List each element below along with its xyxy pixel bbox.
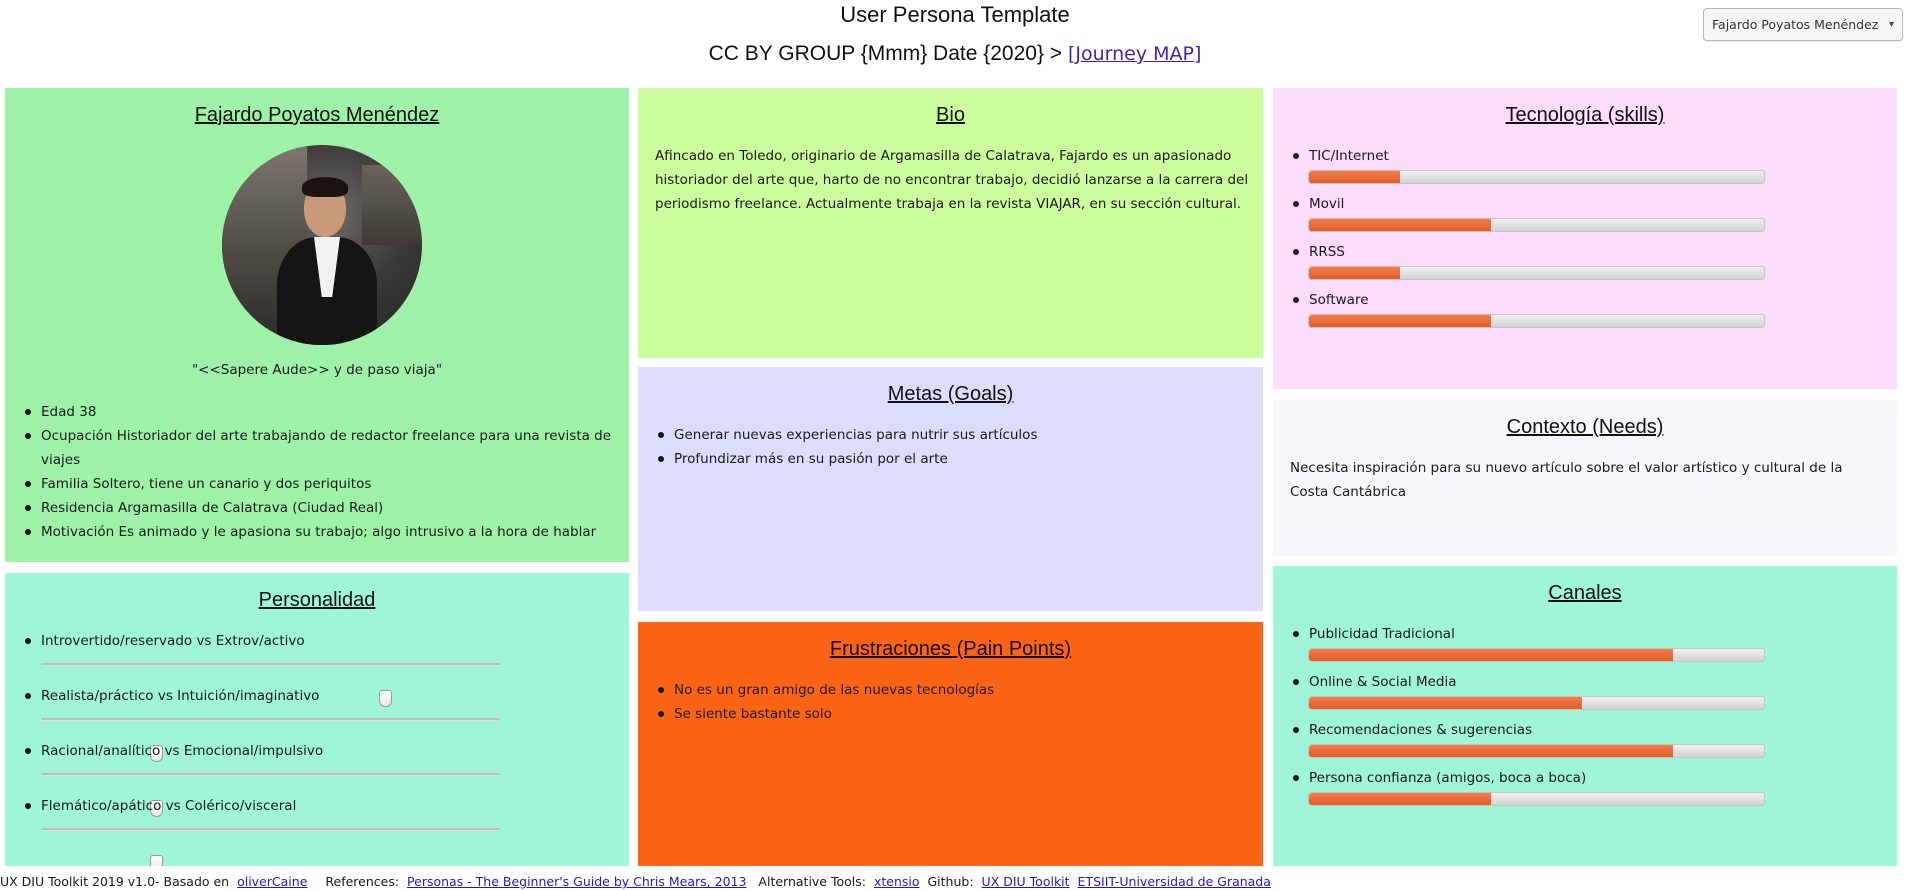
bio-text: Afincado en Toledo, originario de Argama… — [655, 148, 1249, 212]
channel-item: Persona confianza (amigos, boca a boca) — [1293, 766, 1853, 814]
fact-family: Familia Soltero, tiene un canario y dos … — [25, 472, 619, 496]
goal-item: Generar nuevas experiencias para nutrir … — [658, 423, 1248, 447]
channel-label: Publicidad Tradicional — [1293, 622, 1455, 646]
context-text: Necesita inspiración para su nuevo artíc… — [1290, 460, 1843, 500]
footer-references-link[interactable]: Personas - The Beginner's Guide by Chris… — [407, 874, 746, 889]
skill-item: TIC/Internet — [1293, 144, 1853, 192]
page-footer: UX DIU Toolkit 2019 v1.0- Basado en oliv… — [0, 874, 1910, 890]
frustrations-card: Frustraciones (Pain Points) No es un gra… — [638, 622, 1263, 866]
chevron-down-icon: ▾ — [1888, 19, 1894, 30]
fact-motivation: Motivación Es animado y le apasiona su t… — [25, 520, 619, 544]
bio-card: Bio Afincado en Toledo, originario de Ar… — [638, 88, 1263, 358]
trait-slider[interactable] — [41, 718, 500, 762]
fact-age: Edad 38 — [25, 400, 619, 424]
skill-bar — [1308, 266, 1765, 280]
trait-item: Realista/práctico vs Intuición/imaginati… — [25, 684, 605, 762]
persona-facts-list: Edad 38 Ocupación Historiador del arte t… — [25, 400, 619, 544]
persona-card: Fajardo Poyatos Menéndez "<<Sapere Aude>… — [5, 88, 629, 562]
channel-label: Persona confianza (amigos, boca a boca) — [1293, 766, 1586, 790]
footer-references-label: References: — [325, 874, 400, 889]
page-title: User Persona Template — [840, 2, 1070, 27]
trait-slider-handle[interactable] — [149, 855, 163, 866]
channels-list: Publicidad Tradicional Online & Social M… — [1293, 622, 1853, 814]
frustration-item: No es un gran amigo de las nuevas tecnol… — [658, 678, 1248, 702]
frustration-item: Se siente bastante solo — [658, 702, 1248, 726]
page-subtitle: CC BY GROUP {Mmm} Date {2020} > [Journey… — [0, 42, 1910, 66]
skill-bar-fill — [1309, 315, 1491, 327]
trait-item: Introvertido/reservado vs Extrov/activo — [25, 629, 605, 707]
channel-bar-fill — [1309, 697, 1582, 709]
page-header: User Persona Template CC BY GROUP {Mmm} … — [0, 0, 1910, 80]
goal-item: Profundizar más en su pasión por el arte — [658, 447, 1248, 471]
personality-traits-list: Introvertido/reservado vs Extrov/activo … — [25, 629, 605, 866]
journey-map-link[interactable]: [Journey MAP] — [1068, 43, 1201, 65]
footer-github-label: Github: — [927, 874, 974, 889]
persona-quote: "<<Sapere Aude>> y de paso viaja" — [191, 362, 443, 378]
skill-label: Software — [1293, 288, 1369, 312]
subtitle-text: CC BY GROUP {Mmm} Date {2020} > — [708, 42, 1063, 65]
skill-item: RRSS — [1293, 240, 1853, 288]
trait-slider[interactable] — [41, 663, 500, 707]
footer-alt-tools-label: Alternative Tools: — [758, 874, 866, 889]
trait-slider[interactable] — [41, 828, 500, 866]
personality-title: Personalidad — [258, 589, 376, 611]
skill-label: TIC/Internet — [1293, 144, 1389, 168]
personality-card: Personalidad Introvertido/reservado vs E… — [5, 573, 629, 866]
trait-item: Flemático/apático vs Colérico/visceral — [25, 794, 605, 866]
goals-card: Metas (Goals) Generar nuevas experiencia… — [638, 367, 1263, 611]
frustrations-title: Frustraciones (Pain Points) — [829, 638, 1072, 660]
skill-bar-fill — [1309, 219, 1491, 231]
channel-item: Publicidad Tradicional — [1293, 622, 1853, 670]
skill-bar — [1308, 314, 1765, 328]
persona-name: Fajardo Poyatos Menéndez — [194, 104, 440, 126]
skill-item: Software — [1293, 288, 1853, 336]
persona-select[interactable]: Fajardo Poyatos Menéndez ▾ — [1703, 8, 1903, 41]
channels-title: Canales — [1548, 582, 1622, 604]
tech-title: Tecnología (skills) — [1505, 104, 1665, 126]
bio-title: Bio — [936, 104, 965, 126]
skill-label: Movil — [1293, 192, 1344, 216]
skill-bar — [1308, 218, 1765, 232]
channel-item: Recomendaciones & sugerencias — [1293, 718, 1853, 766]
context-card: Contexto (Needs) Necesita inspiración pa… — [1273, 400, 1897, 556]
context-title: Contexto (Needs) — [1506, 416, 1664, 438]
footer-toolkit-text: UX DIU Toolkit 2019 v1.0- Basado en — [0, 874, 230, 889]
channel-bar-fill — [1309, 649, 1673, 661]
channels-card: Canales Publicidad Tradicional Online & … — [1273, 566, 1897, 866]
channel-bar-fill — [1309, 793, 1491, 805]
footer-github-link[interactable]: UX DIU Toolkit — [982, 874, 1070, 889]
frustrations-list: No es un gran amigo de las nuevas tecnol… — [658, 678, 1248, 726]
trait-label: Flemático/apático vs Colérico/visceral — [25, 794, 296, 818]
goals-list: Generar nuevas experiencias para nutrir … — [658, 423, 1248, 471]
footer-university-link[interactable]: ETSIIT-Universidad de Granada — [1078, 874, 1271, 889]
trait-item: Racional/analítico vs Emocional/impulsiv… — [25, 739, 605, 817]
footer-based-link[interactable]: oliverCaine — [237, 874, 307, 889]
channel-bar — [1308, 648, 1765, 662]
tech-card: Tecnología (skills) TIC/Internet Movil R… — [1273, 88, 1897, 389]
fact-occupation: Ocupación Historiador del arte trabajand… — [25, 424, 619, 472]
persona-avatar — [222, 145, 422, 345]
channel-label: Recomendaciones & sugerencias — [1293, 718, 1532, 742]
trait-slider[interactable] — [41, 773, 500, 817]
goals-title: Metas (Goals) — [887, 383, 1014, 405]
channel-label: Online & Social Media — [1293, 670, 1457, 694]
trait-label: Introvertido/reservado vs Extrov/activo — [25, 629, 305, 653]
channel-bar — [1308, 744, 1765, 758]
skill-item: Movil — [1293, 192, 1853, 240]
skill-bar-fill — [1309, 267, 1400, 279]
skill-bar — [1308, 170, 1765, 184]
fact-residence: Residencia Argamasilla de Calatrava (Ciu… — [25, 496, 619, 520]
trait-label: Racional/analítico vs Emocional/impulsiv… — [25, 739, 323, 763]
persona-select-value: Fajardo Poyatos Menéndez — [1712, 17, 1879, 32]
skill-bar-fill — [1309, 171, 1400, 183]
channel-item: Online & Social Media — [1293, 670, 1853, 718]
footer-alt-tools-link[interactable]: xtensio — [874, 874, 920, 889]
channel-bar — [1308, 792, 1765, 806]
skill-label: RRSS — [1293, 240, 1345, 264]
channel-bar-fill — [1309, 745, 1673, 757]
trait-label: Realista/práctico vs Intuición/imaginati… — [25, 684, 319, 708]
channel-bar — [1308, 696, 1765, 710]
tech-skills-list: TIC/Internet Movil RRSS Software — [1293, 144, 1853, 336]
